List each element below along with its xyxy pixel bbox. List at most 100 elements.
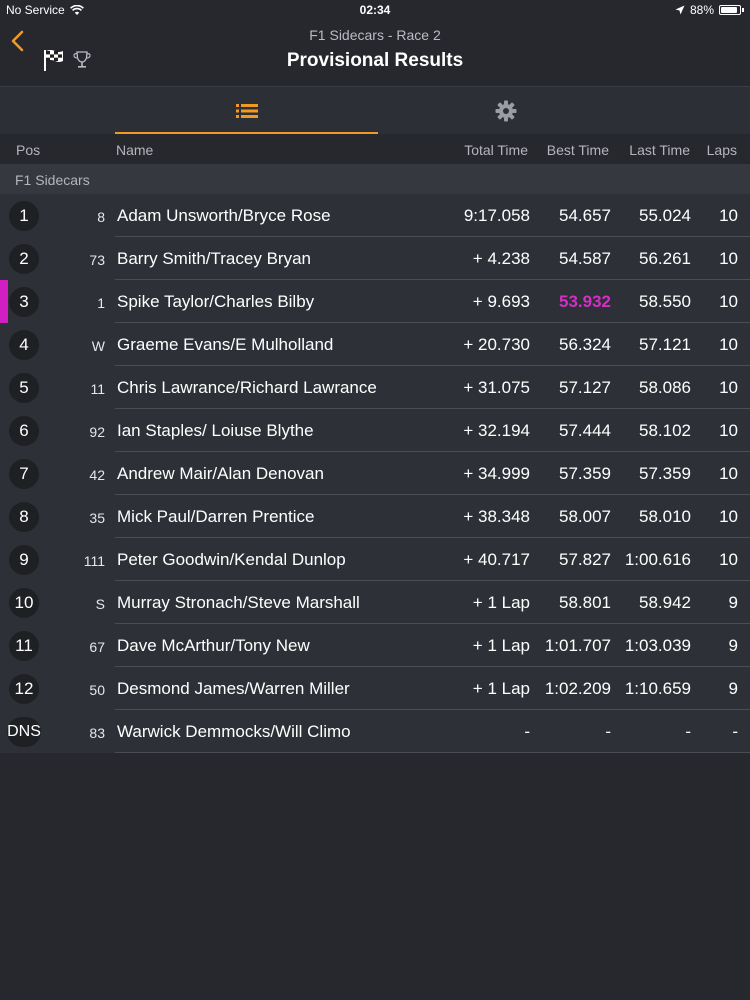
car-number: 111 [83, 553, 105, 569]
result-row[interactable]: 1 8 Adam Unsworth/Bryce Rose 9:17.058 54.657… [0, 194, 750, 237]
class-section-header: F1 Sidecars [0, 164, 750, 194]
class-name: F1 Sidecars [15, 172, 90, 188]
col-pos: Pos [16, 142, 41, 158]
last-time: 58.942 [639, 593, 691, 612]
laps: - [732, 722, 738, 741]
laps: 10 [719, 292, 738, 311]
last-time: 57.121 [639, 335, 691, 354]
best-time: 1:02.209 [544, 679, 611, 698]
car-number: S [95, 596, 105, 612]
results-list: 1 8 Adam Unsworth/Bryce Rose 9:17.058 54.657… [0, 194, 750, 753]
best-time: 57.359 [559, 464, 611, 483]
trophy-icon[interactable] [72, 50, 92, 70]
result-row[interactable]: 9 111 Peter Goodwin/Kendal Dunlop + 40.717 5… [0, 538, 750, 581]
total-time: + 1 Lap [472, 679, 530, 698]
total-time: + 31.075 [463, 378, 530, 397]
result-row[interactable]: 12 50 Desmond James/Warren Miller + 1 Lap 1:… [0, 667, 750, 710]
best-time: 58.801 [559, 593, 611, 612]
last-time: 1:00.616 [624, 550, 691, 569]
column-header: Pos Name Total Time Best Time Last Time … [0, 135, 750, 164]
best-time: 57.444 [559, 421, 611, 440]
result-row[interactable]: 7 42 Andrew Mair/Alan Denovan + 34.999 57.35… [0, 452, 750, 495]
status-right: 88% [675, 3, 744, 17]
col-best-time: Best Time [546, 142, 609, 158]
result-row[interactable]: 6 92 Ian Staples/ Loiuse Blythe + 32.194 57.… [0, 409, 750, 452]
best-time: - [605, 722, 611, 741]
total-time: + 34.999 [463, 464, 530, 483]
last-time: 58.010 [639, 507, 691, 526]
total-time: + 9.693 [472, 292, 530, 311]
driver-names: Spike Taylor/Charles Bilby [117, 292, 315, 311]
tab-settings[interactable] [378, 87, 633, 134]
position-badge: 9 [9, 545, 39, 575]
col-name: Name [116, 142, 154, 158]
position-badge: 4 [9, 330, 39, 360]
car-number: 8 [97, 209, 105, 225]
last-time: 1:03.039 [624, 636, 691, 655]
result-row[interactable]: 3 1 Spike Taylor/Charles Bilby + 9.693 53.93… [0, 280, 750, 323]
car-number: W [91, 338, 105, 354]
total-time: + 32.194 [463, 421, 530, 440]
total-time: + 1 Lap [472, 636, 530, 655]
active-tab-indicator [115, 132, 378, 134]
position-badge: 7 [9, 459, 39, 489]
gear-icon [495, 100, 516, 121]
result-row[interactable]: 11 67 Dave McArthur/Tony New + 1 Lap 1:01.70… [0, 624, 750, 667]
battery-icon [719, 5, 741, 15]
laps: 10 [719, 507, 738, 526]
position-badge: 12 [9, 674, 39, 704]
last-time: 56.261 [639, 249, 691, 268]
laps: 9 [728, 636, 738, 655]
last-time: 55.024 [639, 206, 691, 225]
result-row[interactable]: 2 73 Barry Smith/Tracey Bryan + 4.238 54.587… [0, 237, 750, 280]
last-time: 1:10.659 [624, 679, 691, 698]
position-badge: 10 [9, 588, 39, 618]
status-bar: No Service 02:34 88% [0, 0, 750, 20]
laps: 9 [728, 679, 738, 698]
race-subtitle: F1 Sidecars - Race 2 [309, 27, 441, 43]
car-number: 83 [89, 725, 105, 741]
page-title: Provisional Results [286, 50, 464, 71]
laps: 10 [719, 550, 738, 569]
tab-bar [0, 86, 750, 134]
position-badge: DNS [7, 717, 41, 747]
best-time: 58.007 [559, 507, 611, 526]
checkered-flag-icon[interactable] [42, 48, 64, 72]
car-number: 11 [90, 381, 105, 397]
result-row[interactable]: 10 S Murray Stronach/Steve Marshall + 1 Lap… [0, 581, 750, 624]
nav-bar: F1 Sidecars - Race 2 Provisional Results [0, 20, 750, 86]
last-time: 58.550 [639, 292, 691, 311]
car-number: 42 [89, 467, 105, 483]
laps: 10 [719, 335, 738, 354]
result-row[interactable]: 4 W Graeme Evans/E Mulholland + 20.730 56.32… [0, 323, 750, 366]
car-number: 50 [89, 682, 105, 698]
result-row[interactable]: DNS 83 Warwick Demmocks/Will Climo - - - - [0, 710, 750, 753]
driver-names: Peter Goodwin/Kendal Dunlop [117, 550, 346, 569]
driver-names: Dave McArthur/Tony New [117, 636, 310, 655]
position-badge: 1 [9, 201, 39, 231]
car-number: 67 [89, 639, 105, 655]
battery-cap [742, 8, 744, 12]
total-time: - [524, 722, 530, 741]
driver-names: Murray Stronach/Steve Marshall [117, 593, 360, 612]
total-time: + 20.730 [463, 335, 530, 354]
total-time: + 1 Lap [472, 593, 530, 612]
result-row[interactable]: 5 11 Chris Lawrance/Richard Lawrance + 31.0… [0, 366, 750, 409]
list-icon [235, 103, 258, 118]
last-time: 57.359 [639, 464, 691, 483]
position-badge: 2 [9, 244, 39, 274]
tab-results-list[interactable] [115, 87, 378, 134]
driver-names: Adam Unsworth/Bryce Rose [117, 206, 331, 225]
last-time: - [685, 722, 691, 741]
best-time: 1:01.707 [544, 636, 611, 655]
driver-names: Ian Staples/ Loiuse Blythe [117, 421, 314, 440]
last-time: 58.086 [639, 378, 691, 397]
driver-names: Graeme Evans/E Mulholland [117, 335, 334, 354]
driver-names: Chris Lawrance/Richard Lawrance [117, 378, 377, 397]
result-row[interactable]: 8 35 Mick Paul/Darren Prentice + 38.348 58.0… [0, 495, 750, 538]
col-last-time: Last Time [629, 142, 690, 158]
best-time: 54.657 [559, 206, 611, 225]
laps: 10 [719, 421, 738, 440]
position-badge: 5 [9, 373, 39, 403]
total-time: 9:17.058 [463, 206, 530, 225]
